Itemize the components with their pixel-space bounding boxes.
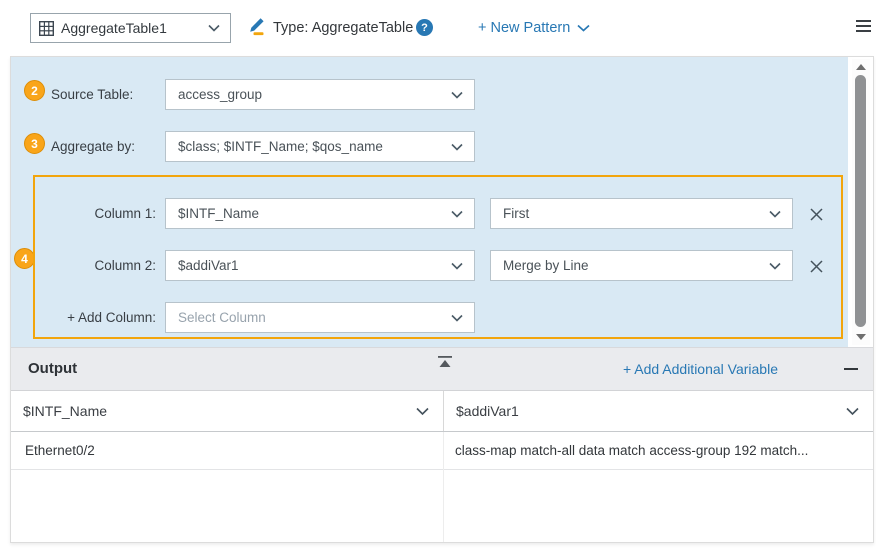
source-table-label: Source Table: — [51, 79, 133, 110]
chevron-down-icon — [769, 210, 781, 218]
chevron-down-icon — [577, 24, 590, 32]
chevron-down-icon — [769, 262, 781, 270]
help-icon[interactable]: ? — [416, 19, 433, 36]
column-2-row: Column 2: $addiVar1 Merge by Line — [35, 250, 841, 281]
output-column-1-name: $INTF_Name — [23, 403, 107, 419]
table-name-select[interactable]: AggregateTable1 — [30, 13, 231, 43]
menu-icon[interactable] — [856, 20, 871, 35]
add-column-placeholder: Select Column — [178, 310, 443, 325]
chevron-down-icon — [451, 143, 463, 151]
output-column-2-select[interactable]: $addiVar1 — [443, 391, 873, 431]
output-cell-addivar1: class-map match-all data match access-gr… — [455, 432, 863, 469]
add-additional-variable-link[interactable]: + Add Additional Variable — [623, 348, 778, 390]
step-badge-2: 2 — [24, 80, 45, 101]
chevron-down-icon — [451, 210, 463, 218]
column-2-variable-value: $addiVar1 — [178, 258, 443, 273]
column-1-label: Column 1: — [35, 198, 156, 229]
table-icon — [39, 21, 54, 36]
chevron-down-icon — [451, 91, 463, 99]
column-1-row: Column 1: $INTF_Name First — [35, 198, 841, 229]
pattern-type-label: Type: AggregateTable — [273, 13, 413, 43]
add-column-row: + Add Column: Select Column — [35, 302, 841, 333]
app: { "colors": { "accent-orange": "#F2A50C"… — [0, 0, 876, 548]
pattern-panel: 2 Source Table: access_group 3 Aggregate… — [10, 56, 874, 543]
aggregate-by-label: Aggregate by: — [51, 131, 135, 162]
close-icon — [809, 207, 824, 222]
output-section-header: Output + Add Additional Variable — [11, 347, 873, 391]
output-grid-header: $INTF_Name $addiVar1 — [11, 391, 873, 432]
source-table-value: access_group — [178, 87, 443, 102]
step-badge-3: 3 — [24, 133, 45, 154]
chevron-down-icon — [846, 407, 859, 416]
step-badge-4: 4 — [14, 248, 35, 269]
close-icon — [809, 259, 824, 274]
chevron-down-icon — [208, 24, 220, 32]
table-row: Ethernet0/2 class-map match-all data mat… — [11, 432, 873, 470]
chevron-down-icon — [416, 407, 429, 416]
vertical-scrollbar[interactable] — [852, 59, 870, 345]
edit-pencil-icon[interactable] — [246, 16, 266, 36]
remove-column-2-button[interactable] — [803, 254, 829, 278]
chevron-down-icon — [451, 262, 463, 270]
column-1-method-value: First — [503, 206, 761, 221]
new-pattern-label: + New Pattern — [478, 13, 570, 43]
collapse-up-icon[interactable] — [436, 354, 454, 370]
column-definition-group: Column 1: $INTF_Name First Column 2: $ad… — [33, 175, 843, 339]
minus-icon[interactable] — [842, 360, 860, 378]
add-column-select[interactable]: Select Column — [165, 302, 475, 333]
output-cell-intf-name: Ethernet0/2 — [25, 432, 435, 469]
add-column-label[interactable]: + Add Column: — [35, 302, 156, 333]
aggregate-config-area: 2 Source Table: access_group 3 Aggregate… — [11, 57, 848, 347]
column-2-variable-select[interactable]: $addiVar1 — [165, 250, 475, 281]
column-2-method-select[interactable]: Merge by Line — [490, 250, 793, 281]
output-column-2-name: $addiVar1 — [456, 403, 519, 419]
column-1-variable-value: $INTF_Name — [178, 206, 443, 221]
scroll-up-icon[interactable] — [856, 64, 866, 70]
column-divider — [443, 432, 444, 542]
column-1-method-select[interactable]: First — [490, 198, 793, 229]
aggregate-by-select[interactable]: $class; $INTF_Name; $qos_name — [165, 131, 475, 162]
table-name-value: AggregateTable1 — [61, 20, 201, 36]
toolbar: AggregateTable1 Type: AggregateTable ? +… — [0, 0, 876, 55]
chevron-down-icon — [451, 314, 463, 322]
aggregate-by-value: $class; $INTF_Name; $qos_name — [178, 139, 443, 154]
scroll-down-icon[interactable] — [856, 334, 866, 340]
column-2-label: Column 2: — [35, 250, 156, 281]
column-2-method-value: Merge by Line — [503, 258, 761, 273]
source-table-select[interactable]: access_group — [165, 79, 475, 110]
output-title: Output — [28, 348, 77, 390]
column-1-variable-select[interactable]: $INTF_Name — [165, 198, 475, 229]
scrollbar-thumb[interactable] — [855, 75, 866, 327]
output-column-1-select[interactable]: $INTF_Name — [11, 391, 443, 431]
remove-column-1-button[interactable] — [803, 202, 829, 226]
new-pattern-button[interactable]: + New Pattern — [478, 13, 590, 43]
